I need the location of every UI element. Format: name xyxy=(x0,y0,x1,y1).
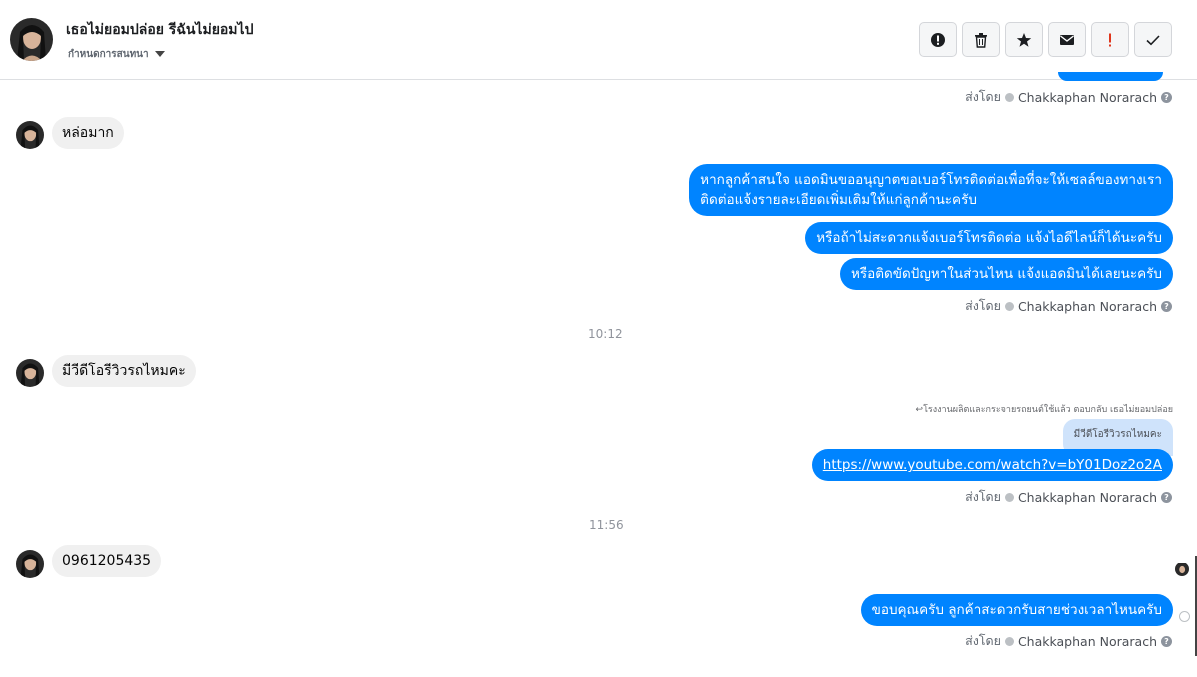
checkmark-icon xyxy=(1146,34,1160,45)
avatar[interactable] xyxy=(16,359,44,387)
mark-unread-button[interactable] xyxy=(1048,22,1086,57)
envelope-icon xyxy=(1060,34,1074,45)
sent-by-line: ส่งโดย Chakkaphan Norarach? xyxy=(965,631,1172,651)
exclamation-icon xyxy=(1109,33,1111,46)
mark-done-button[interactable] xyxy=(1134,22,1172,57)
sent-by-line: ส่งโดย Chakkaphan Norarach? xyxy=(965,296,1172,316)
delivered-icon xyxy=(1179,611,1190,622)
help-icon[interactable]: ? xyxy=(1161,91,1172,103)
verified-icon xyxy=(1004,301,1014,311)
verified-icon xyxy=(1004,492,1014,502)
conversation-status-dropdown[interactable]: กำหนดการสนทนา xyxy=(68,47,165,62)
help-icon[interactable]: ? xyxy=(1161,635,1172,647)
incoming-message[interactable]: มีวีดีโอรีวิวรถไหมคะ xyxy=(52,355,196,387)
sent-by-line: ส่งโดย Chakkaphan Norarach? xyxy=(965,487,1172,507)
incoming-message[interactable]: 0961205435 xyxy=(52,545,162,577)
partial-message-bubble xyxy=(1058,72,1163,81)
verified-icon xyxy=(1004,92,1014,102)
agent-name[interactable]: Chakkaphan Norarach xyxy=(1018,299,1157,314)
alert-icon xyxy=(931,32,945,47)
sent-by-line: ส่งโดย Chakkaphan Norarach? xyxy=(965,87,1172,107)
help-icon[interactable]: ? xyxy=(1161,491,1172,503)
page-title: เธอไม่ยอมปล่อย รีฉันไม่ยอมไป xyxy=(66,22,254,38)
outgoing-message[interactable]: หากลูกค้าสนใจ แอดมินขออนุญาตขอเบอร์โทรติ… xyxy=(689,164,1173,216)
outgoing-message[interactable]: หรือถ้าไม่สะดวกแจ้งเบอร์โทรติดต่อ แจ้งไอ… xyxy=(805,222,1173,254)
avatar[interactable] xyxy=(16,121,44,149)
timestamp: 11:56 xyxy=(589,518,624,532)
follow-up-button[interactable] xyxy=(1091,22,1129,57)
timestamp: 10:12 xyxy=(588,327,623,341)
agent-name[interactable]: Chakkaphan Norarach xyxy=(1018,490,1157,505)
reply-context: ↩โรงงานผลิตและกระจายรถยนต์ใช้แล้ว ตอบกลั… xyxy=(915,405,1173,415)
trash-icon xyxy=(975,32,987,48)
avatar[interactable] xyxy=(16,550,44,578)
mark-spam-button[interactable] xyxy=(919,22,957,57)
delete-button[interactable] xyxy=(962,22,1000,57)
verified-icon xyxy=(1004,636,1014,646)
seen-avatar xyxy=(1175,562,1189,576)
conversation-status-label: กำหนดการสนทนา xyxy=(68,49,149,60)
star-button[interactable] xyxy=(1005,22,1043,57)
avatar[interactable] xyxy=(10,18,53,61)
outgoing-message[interactable]: ขอบคุณครับ ลูกค้าสะดวกรับสายช่วงเวลาไหนค… xyxy=(860,594,1173,626)
star-icon xyxy=(1016,32,1032,47)
help-icon[interactable]: ? xyxy=(1161,300,1172,312)
incoming-message[interactable]: หล่อมาก xyxy=(52,117,124,149)
agent-name[interactable]: Chakkaphan Norarach xyxy=(1018,90,1157,105)
outgoing-link-message[interactable]: https://www.youtube.com/watch?v=bY01Doz2… xyxy=(811,449,1173,481)
conversation-header: เธอไม่ยอมปล่อย รีฉันไม่ยอมไป กำหนดการสนท… xyxy=(0,0,1197,80)
caret-down-icon xyxy=(154,51,165,57)
youtube-link[interactable]: https://www.youtube.com/watch?v=bY01Doz2… xyxy=(823,457,1162,473)
agent-name[interactable]: Chakkaphan Norarach xyxy=(1018,634,1157,649)
outgoing-message[interactable]: หรือติดขัดปัญหาในส่วนไหน แจ้งแอดมินได้เล… xyxy=(839,258,1173,290)
action-toolbar xyxy=(919,22,1172,57)
